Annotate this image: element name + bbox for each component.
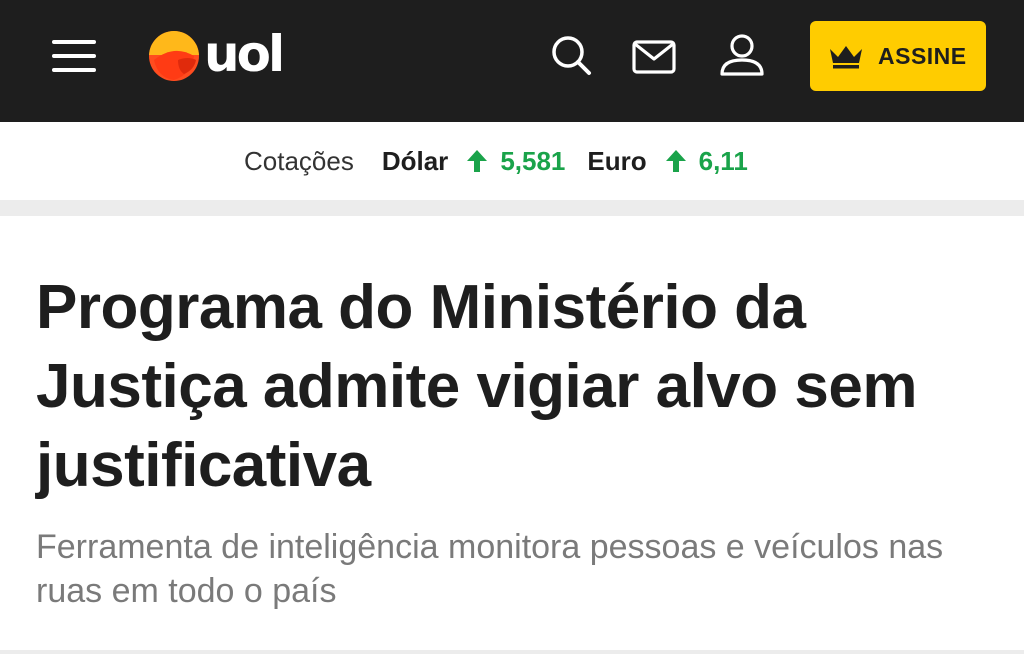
arrow-up-icon — [467, 150, 488, 172]
subscribe-button-label: ASSINE — [878, 43, 967, 69]
quote-value-euro[interactable]: 6,11 — [699, 146, 748, 177]
search-icon[interactable] — [546, 30, 598, 82]
arrow-up-icon — [665, 150, 686, 172]
mail-icon[interactable] — [628, 30, 680, 82]
article-headline: Programa do Ministério da Justiça admite… — [36, 273, 917, 500]
uol-logo[interactable]: uol — [146, 25, 292, 84]
quotes-title: Cotações — [244, 145, 354, 176]
uol-logo-text: uol — [204, 25, 285, 83]
quote-name-dolar[interactable]: Dólar — [382, 146, 448, 177]
top-navigation-bar: uol ASSINE — [0, 0, 1024, 122]
uol-logo-ball-icon — [149, 31, 199, 81]
hamburger-menu-icon[interactable] — [50, 38, 98, 74]
subscribe-button[interactable]: ASSINE — [810, 21, 986, 91]
article-subheadline: Ferramenta de inteligência monitora pess… — [36, 528, 944, 610]
quote-value-dolar[interactable]: 5,581 — [500, 146, 565, 177]
quote-name-euro[interactable]: Euro — [587, 146, 646, 177]
article-header: Programa do Ministério da Justiça admite… — [0, 216, 1024, 654]
bottom-divider — [0, 650, 1024, 654]
crown-icon — [830, 46, 862, 69]
section-divider — [0, 200, 1024, 216]
currency-quotes-bar: Cotações Dólar 5,581 Euro 6,11 — [0, 122, 1024, 200]
user-icon[interactable] — [716, 30, 768, 82]
